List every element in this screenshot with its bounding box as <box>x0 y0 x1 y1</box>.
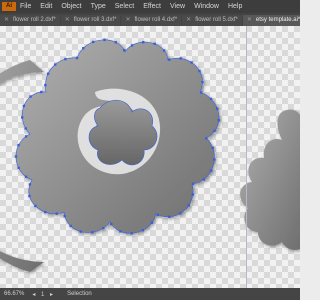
anchor-point[interactable] <box>168 215 171 218</box>
anchor-point[interactable] <box>24 175 28 178</box>
tab-flower-roll-4[interactable]: ✕ flower roll 4.dxf* <box>121 15 182 26</box>
anchor-point[interactable] <box>44 83 47 87</box>
anchor-point[interactable] <box>17 166 20 169</box>
anchor-point[interactable] <box>141 229 145 232</box>
menu-effect[interactable]: Effect <box>143 3 161 10</box>
anchor-point[interactable] <box>34 204 37 208</box>
anchor-point[interactable] <box>55 212 58 215</box>
anchor-point[interactable] <box>217 119 220 122</box>
anchor-point[interactable] <box>190 61 193 64</box>
anchor-point[interactable] <box>22 104 26 108</box>
menu-type[interactable]: Type <box>91 3 106 10</box>
anchor-point[interactable] <box>29 95 32 98</box>
anchor-point[interactable] <box>114 41 117 44</box>
anchor-point[interactable] <box>75 56 79 60</box>
anchor-point[interactable] <box>28 194 31 198</box>
anchor-point[interactable] <box>79 230 82 233</box>
menu-help[interactable]: Help <box>228 3 242 10</box>
tab-label: etsy template.ai* @ 66.67 % (RGB/GPU Pre… <box>255 17 300 23</box>
anchor-point[interactable] <box>103 38 106 42</box>
anchor-point[interactable] <box>82 47 85 50</box>
anchor-point[interactable] <box>64 57 67 61</box>
menu-edit[interactable]: Edit <box>40 3 52 10</box>
anchor-point[interactable] <box>54 63 57 66</box>
anchor-point[interactable] <box>17 144 20 147</box>
artboard-navigator[interactable]: ◂ 1 ▸ <box>32 291 55 298</box>
artwork-svg <box>0 38 300 272</box>
anchor-point[interactable] <box>205 137 208 140</box>
tab-label: flower roll 4.dxf* <box>134 17 178 23</box>
close-icon[interactable]: ✕ <box>125 15 130 26</box>
menu-object[interactable]: Object <box>61 3 81 10</box>
close-icon[interactable]: ✕ <box>186 15 191 26</box>
menu-file[interactable]: File <box>20 3 31 10</box>
anchor-point[interactable] <box>69 224 72 228</box>
anchor-point[interactable] <box>142 41 145 44</box>
anchor-point[interactable] <box>213 129 216 133</box>
anchor-point[interactable] <box>168 58 171 61</box>
anchor-point[interactable] <box>110 222 113 226</box>
anchor-point[interactable] <box>150 221 153 224</box>
anchor-point[interactable] <box>210 169 213 172</box>
anchor-point[interactable] <box>153 42 156 45</box>
anchor-point[interactable] <box>201 80 204 84</box>
anchor-point[interactable] <box>102 227 105 230</box>
tab-etsy-template[interactable]: ✕ etsy template.ai* @ 66.67 % (RGB/GPU P… <box>242 15 300 26</box>
anchor-point[interactable] <box>24 127 27 130</box>
menu-bar: Ai File Edit Object Type Select Effect V… <box>0 0 300 13</box>
tab-label: flower roll 3.dxf* <box>73 17 117 23</box>
anchor-point[interactable] <box>123 49 126 52</box>
anchor-point[interactable] <box>202 178 205 181</box>
anchor-point[interactable] <box>187 204 190 207</box>
anchor-point[interactable] <box>179 57 182 60</box>
anchor-point[interactable] <box>213 158 216 161</box>
anchor-point[interactable] <box>211 146 214 150</box>
tab-label: flower roll 5.dxf* <box>195 17 238 23</box>
flower-preview-shape[interactable] <box>240 109 300 250</box>
flower-roll-shape[interactable] <box>14 38 220 235</box>
tab-flower-roll-2[interactable]: ✕ flower roll 2.dxf* <box>0 15 60 26</box>
anchor-point[interactable] <box>198 69 201 73</box>
status-bar: 66.67% ◂ 1 ▸ Selection <box>0 288 300 300</box>
anchor-point[interactable] <box>179 212 182 215</box>
anchor-point[interactable] <box>24 135 28 138</box>
anchor-point[interactable] <box>156 213 159 216</box>
tab-flower-roll-5[interactable]: ✕ flower roll 5.dxf* <box>182 15 242 26</box>
anchor-point[interactable] <box>130 232 133 235</box>
close-icon[interactable]: ✕ <box>65 15 70 26</box>
anchor-point[interactable] <box>191 193 194 196</box>
tab-label: flower roll 2.dxf* <box>13 17 56 23</box>
close-icon[interactable]: ✕ <box>247 15 252 26</box>
anchor-point[interactable] <box>44 210 47 214</box>
illustrator-app-icon: Ai <box>2 2 16 11</box>
anchor-point[interactable] <box>91 40 95 44</box>
anchor-point[interactable] <box>119 230 122 233</box>
artboard-boundary <box>246 26 247 288</box>
anchor-point[interactable] <box>63 214 66 218</box>
anchor-point[interactable] <box>28 183 32 186</box>
anchor-point[interactable] <box>216 107 219 110</box>
zoom-level[interactable]: 66.67% <box>4 291 24 297</box>
anchor-point[interactable] <box>40 90 43 94</box>
menu-view[interactable]: View <box>170 3 185 10</box>
anchor-point[interactable] <box>130 44 134 47</box>
menu-select[interactable]: Select <box>115 3 134 10</box>
anchor-point[interactable] <box>191 182 195 186</box>
close-icon[interactable]: ✕ <box>4 15 9 26</box>
anchor-point[interactable] <box>14 155 18 158</box>
current-tool-label: Selection <box>67 291 92 297</box>
tab-flower-roll-3[interactable]: ✕ flower roll 3.dxf* <box>60 15 121 26</box>
anchor-point[interactable] <box>200 91 203 94</box>
document-tab-bar: ✕ flower roll 2.dxf* ✕ flower roll 3.dxf… <box>0 13 300 26</box>
anchor-point[interactable] <box>91 231 94 234</box>
anchor-point[interactable] <box>162 49 166 52</box>
anchor-point[interactable] <box>21 116 24 119</box>
menu-window[interactable]: Window <box>194 3 219 10</box>
anchor-point[interactable] <box>209 97 213 101</box>
anchor-point[interactable] <box>46 72 50 75</box>
artboard-canvas[interactable] <box>0 26 300 288</box>
